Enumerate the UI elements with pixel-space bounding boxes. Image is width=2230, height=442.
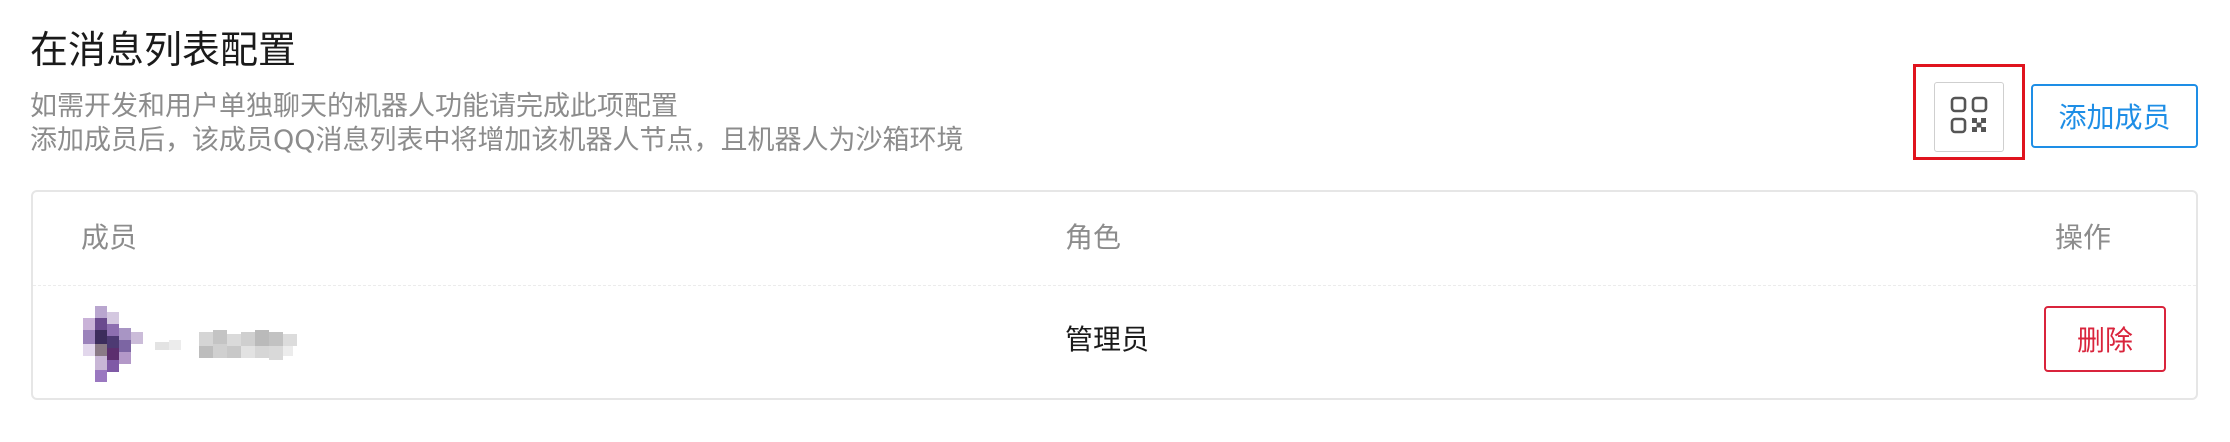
members-table: 成员 角色 操作 管理员 删除 (31, 190, 2198, 400)
description-line-2: 添加成员后，该成员QQ消息列表中将增加该机器人节点，且机器人为沙箱环境 (30, 125, 964, 156)
column-header-action: 操作 (2055, 221, 2112, 254)
section-title: 在消息列表配置 (30, 28, 297, 72)
message-list-config-section: 在消息列表配置 如需开发和用户单独聊天的机器人功能请完成此项配置 添加成员后，该… (30, 0, 2198, 442)
qr-code-button[interactable] (1934, 82, 2004, 152)
delete-member-button[interactable]: 删除 (2044, 306, 2166, 372)
column-header-role: 角色 (1065, 221, 1122, 254)
qr-code-icon (1950, 96, 1988, 138)
column-header-member: 成员 (81, 221, 138, 254)
table-row: 管理员 删除 (33, 286, 2196, 398)
table-header: 成员 角色 操作 (33, 192, 2196, 286)
member-name (155, 328, 311, 362)
member-role: 管理员 (1065, 323, 1150, 356)
description-line-1: 如需开发和用户单独聊天的机器人功能请完成此项配置 (30, 91, 678, 122)
avatar (81, 306, 145, 382)
section-description: 如需开发和用户单独聊天的机器人功能请完成此项配置 添加成员后，该成员QQ消息列表… (30, 90, 964, 158)
add-member-button[interactable]: 添加成员 (2031, 84, 2198, 148)
